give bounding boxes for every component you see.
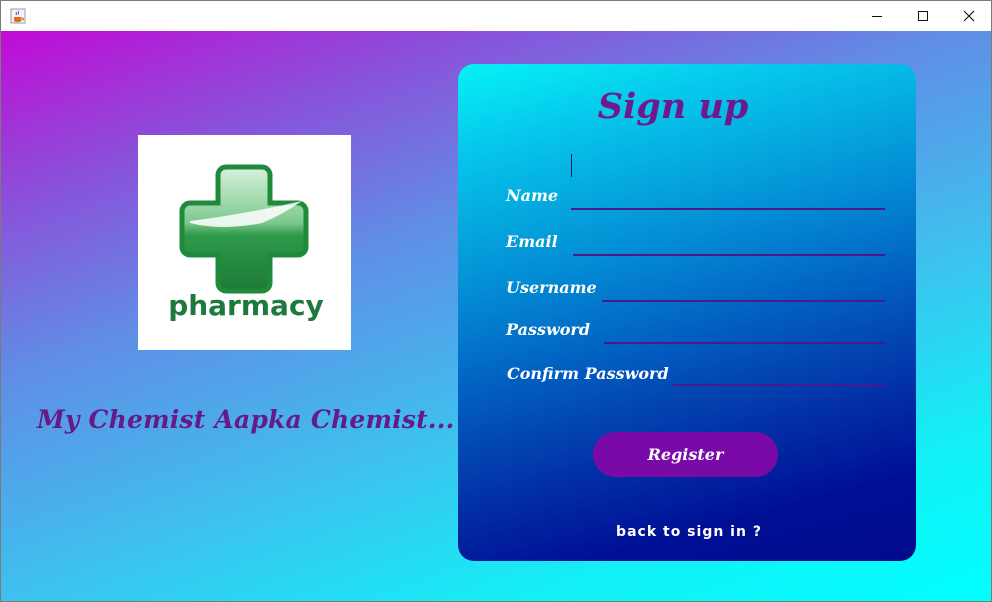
minimize-button[interactable]: [854, 1, 900, 31]
signup-panel: Sign up Name Email Username Password Con…: [458, 64, 916, 561]
minimize-icon: [871, 10, 883, 22]
username-input[interactable]: [602, 276, 885, 302]
pharmacy-cross-logo: pharmacy: [168, 164, 324, 322]
email-input[interactable]: [573, 230, 885, 256]
title-bar[interactable]: [1, 1, 991, 31]
app-window: pharmacy My Chemist Aapka Chemist... Sig…: [0, 0, 992, 602]
page-title: Sign up: [597, 86, 749, 127]
text-caret: [571, 154, 572, 177]
back-to-sign-in-link[interactable]: back to sign in ?: [458, 524, 916, 540]
name-input[interactable]: [571, 184, 885, 210]
close-icon: [963, 10, 975, 22]
password-label: Password: [506, 320, 591, 339]
pharmacy-logo: pharmacy: [138, 135, 351, 350]
confirm-password-label: Confirm Password: [507, 364, 669, 383]
confirm-password-input[interactable]: [673, 360, 885, 386]
password-input[interactable]: [604, 318, 885, 344]
close-button[interactable]: [946, 1, 992, 31]
username-label: Username: [506, 278, 597, 297]
java-coffee-cup-icon[interactable]: [10, 8, 26, 24]
tagline: My Chemist Aapka Chemist...: [37, 405, 455, 434]
maximize-button[interactable]: [900, 1, 946, 31]
main-content: pharmacy My Chemist Aapka Chemist... Sig…: [1, 31, 991, 601]
register-button[interactable]: Register: [593, 432, 778, 477]
maximize-icon: [917, 10, 929, 22]
name-label: Name: [506, 186, 559, 205]
logo-text: pharmacy: [168, 289, 324, 322]
email-label: Email: [506, 232, 558, 251]
